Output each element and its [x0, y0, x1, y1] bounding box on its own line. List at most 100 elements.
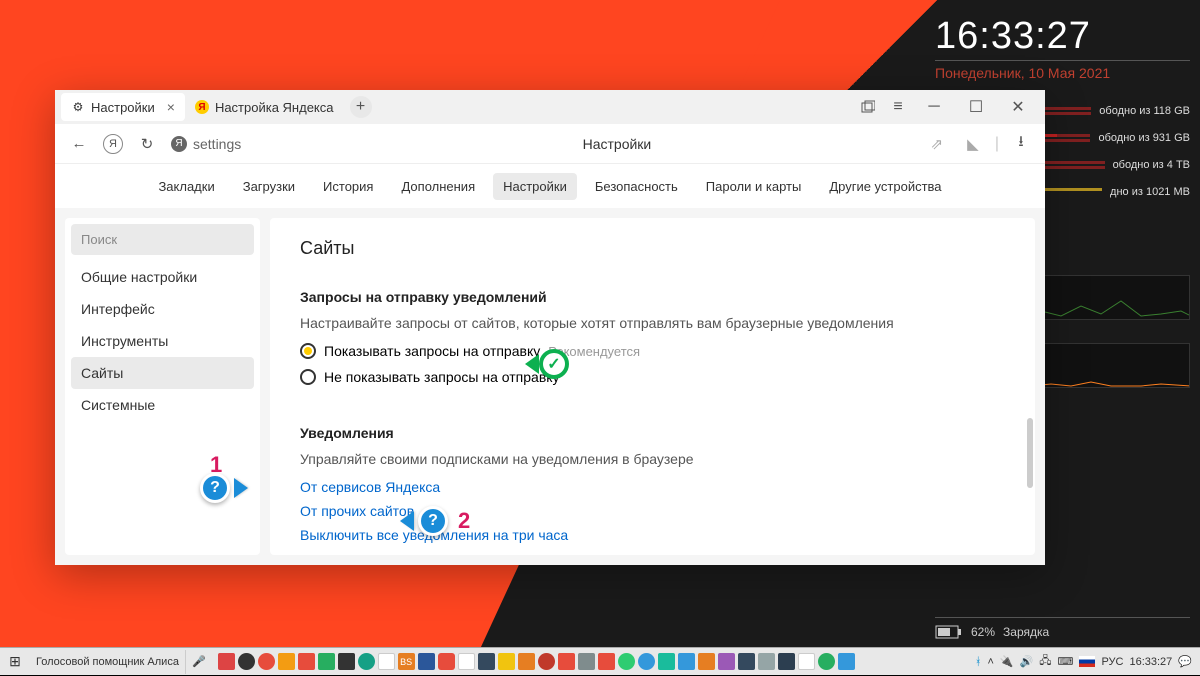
link-other-sites[interactable]: От прочих сайтов [300, 503, 1005, 519]
app-icon[interactable] [218, 653, 235, 670]
app-icon[interactable] [818, 653, 835, 670]
menu-icon[interactable]: ≡ [883, 93, 913, 121]
nav-history[interactable]: История [313, 173, 383, 200]
radio-show-requests[interactable]: Показывать запросы на отправку Рекоменду… [300, 343, 1005, 359]
app-icon[interactable] [638, 653, 655, 670]
disk-label: ободно из 118 GB [1099, 105, 1190, 117]
section-title-requests: Запросы на отправку уведомлений [300, 289, 1005, 305]
sidebar-search[interactable]: Поиск [71, 224, 254, 255]
start-button[interactable]: ⊞ [0, 648, 30, 676]
tray-time[interactable]: 16:33:27 [1129, 656, 1172, 668]
flag-icon[interactable] [1079, 656, 1095, 667]
sidebar-item-interface[interactable]: Интерфейс [71, 293, 254, 325]
close-icon[interactable]: × [167, 99, 175, 115]
address-input[interactable]: Я settings [171, 136, 311, 152]
app-icon[interactable] [358, 653, 375, 670]
system-tray[interactable]: ᚼ ˄ 🔌 🔊 🖧 ⌨ РУС 16:33:27 💬 [967, 652, 1200, 671]
bookmark-icon[interactable]: ◣ [959, 130, 987, 158]
app-icon[interactable] [538, 653, 555, 670]
bluetooth-icon[interactable]: ᚼ [975, 656, 982, 668]
volume-icon[interactable]: 🔊 [1020, 655, 1034, 668]
app-icon[interactable] [718, 653, 735, 670]
app-icon[interactable] [558, 653, 575, 670]
nav-addons[interactable]: Дополнения [391, 173, 485, 200]
app-icon[interactable] [758, 653, 775, 670]
radio-hide-requests[interactable]: Не показывать запросы на отправку [300, 369, 1005, 385]
settings-main: Сайты Запросы на отправку уведомлений На… [270, 218, 1035, 555]
desktop-clock: 16:33:27 Понедельник, 10 Мая 2021 [935, 15, 1190, 81]
app-icon[interactable] [658, 653, 675, 670]
app-icon[interactable] [338, 653, 355, 670]
app-icon[interactable] [738, 653, 755, 670]
section-desc: Настраивайте запросы от сайтов, которые … [300, 315, 1005, 331]
close-button[interactable]: ✕ [1003, 93, 1033, 121]
page-title: Настройки [321, 136, 913, 152]
power-icon[interactable]: 🔌 [1000, 655, 1014, 668]
app-icon[interactable] [498, 653, 515, 670]
reload-button[interactable]: ↻ [133, 130, 161, 158]
keyboard-icon[interactable]: ⌨ [1058, 655, 1074, 668]
section-title-notifications: Уведомления [300, 425, 1005, 441]
nav-passwords[interactable]: Пароли и карты [696, 173, 812, 200]
app-icon[interactable] [318, 653, 335, 670]
site-icon: Я [171, 136, 187, 152]
disk-label: ободно из 931 GB [1098, 132, 1190, 144]
link-disable-3h[interactable]: Выключить все уведомления на три часа [300, 527, 1005, 543]
browser-window: ⚙ Настройки × Я Настройка Яндекса + ≡ ─ … [55, 90, 1045, 565]
new-tab-button[interactable]: + [350, 96, 372, 118]
taskbar[interactable]: ⊞ Голосовой помощник Алиса 🎤 BS [0, 647, 1200, 675]
tray-up-icon[interactable]: ˄ [987, 656, 993, 668]
network-icon[interactable]: 🖧 [1039, 652, 1051, 671]
back-button[interactable]: ← [65, 130, 93, 158]
yandex-home-icon[interactable]: Я [103, 134, 123, 154]
nav-settings[interactable]: Настройки [493, 173, 577, 200]
app-icon[interactable] [518, 653, 535, 670]
sidebar-item-sites[interactable]: Сайты [71, 357, 254, 389]
nav-security[interactable]: Безопасность [585, 173, 688, 200]
app-icon[interactable] [418, 653, 435, 670]
action-center-icon[interactable]: 💬 [1178, 655, 1192, 668]
link-yandex-services[interactable]: От сервисов Яндекса [300, 479, 1005, 495]
clock-time: 16:33:27 [935, 15, 1190, 58]
app-icon[interactable] [298, 653, 315, 670]
nav-downloads[interactable]: Загрузки [233, 173, 305, 200]
app-icon[interactable] [578, 653, 595, 670]
yandex-icon: Я [195, 100, 209, 114]
rocket-icon[interactable]: ⇗ [923, 130, 951, 158]
nav-devices[interactable]: Другие устройства [819, 173, 951, 200]
app-icon[interactable] [458, 653, 475, 670]
battery-widget: 62% Зарядка [935, 617, 1190, 640]
section-desc: Управляйте своими подписками на уведомле… [300, 451, 1005, 467]
lang-label[interactable]: РУС [1101, 656, 1123, 668]
minimize-button[interactable]: ─ [919, 93, 949, 121]
page-heading: Сайты [300, 238, 1005, 259]
app-icon[interactable] [778, 653, 795, 670]
download-icon[interactable]: ⭳ [1007, 130, 1035, 158]
scrollbar-thumb[interactable] [1027, 418, 1033, 488]
sidebar-item-tools[interactable]: Инструменты [71, 325, 254, 357]
app-icon[interactable] [238, 653, 255, 670]
app-icon[interactable]: BS [398, 653, 415, 670]
mic-icon[interactable]: 🎤 [186, 655, 212, 668]
tabs-overview-icon[interactable] [853, 93, 883, 121]
address-bar: ← Я ↻ Я settings Настройки ⇗ ◣ | ⭳ [55, 124, 1045, 164]
app-icon[interactable] [378, 653, 395, 670]
tab-yandex-setup[interactable]: Я Настройка Яндекса [185, 93, 344, 121]
app-icon[interactable] [258, 653, 275, 670]
app-icon[interactable] [698, 653, 715, 670]
app-icon[interactable] [598, 653, 615, 670]
app-icon[interactable] [618, 653, 635, 670]
app-icon[interactable] [678, 653, 695, 670]
sidebar-item-general[interactable]: Общие настройки [71, 261, 254, 293]
disk-label: дно из 1021 MB [1110, 186, 1190, 198]
app-icon[interactable] [278, 653, 295, 670]
taskbar-assistant[interactable]: Голосовой помощник Алиса [30, 650, 186, 674]
tab-settings[interactable]: ⚙ Настройки × [61, 93, 185, 121]
app-icon[interactable] [438, 653, 455, 670]
sidebar-item-system[interactable]: Системные [71, 389, 254, 421]
app-icon[interactable] [478, 653, 495, 670]
app-icon[interactable] [838, 653, 855, 670]
maximize-button[interactable]: ☐ [961, 93, 991, 121]
app-icon[interactable] [798, 653, 815, 670]
nav-bookmarks[interactable]: Закладки [148, 173, 224, 200]
